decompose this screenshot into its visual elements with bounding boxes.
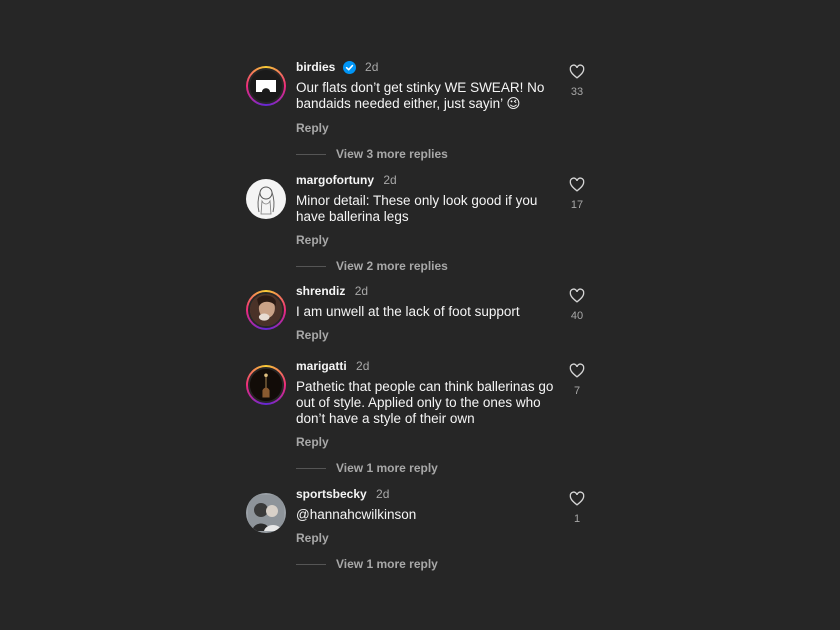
avatar[interactable] [246,179,286,219]
like-count: 7 [573,385,581,397]
comment-meta: birdies 2d [296,60,378,74]
verified-badge-icon [342,61,356,74]
sketch-avatar-icon [257,186,275,215]
comment-meta: sportsbecky 2d [296,487,389,501]
like-count: 1 [573,513,581,525]
avatar[interactable] [246,493,286,533]
profile-photo-icon [250,369,282,401]
like-count: 40 [570,310,584,322]
like-count: 17 [570,199,584,211]
view-more-label: View 1 more reply [336,557,438,571]
heart-icon[interactable] [569,177,585,192]
heart-icon[interactable] [569,288,585,303]
timestamp: 2d [354,284,369,298]
username[interactable]: marigatti [296,359,347,373]
like-count: 33 [570,86,584,98]
view-more-replies[interactable]: View 1 more reply [296,461,438,475]
reply-button[interactable]: Reply [296,435,329,449]
avatar[interactable] [246,290,286,330]
timestamp: 2d [356,359,370,373]
like-button[interactable]: 1 [565,491,589,525]
comment-text: Minor detail: These only look good if yo… [296,193,538,224]
view-more-replies[interactable]: View 1 more reply [296,557,438,571]
reply-button[interactable]: Reply [296,531,329,545]
username[interactable]: birdies [296,60,335,74]
comment-meta: marigatti 2d [296,359,369,373]
comment-meta: margofortuny 2d [296,173,397,187]
profile-photo-icon [248,495,284,531]
comment-text: @hannahcwilkinson [296,507,417,522]
avatar[interactable] [246,365,286,405]
avatar[interactable] [246,66,286,106]
like-button[interactable]: 17 [565,177,589,211]
profile-photo-icon [250,294,282,326]
like-button[interactable]: 33 [565,64,589,98]
comment-meta: shrendiz 2d [296,284,368,298]
like-button[interactable]: 40 [565,288,589,322]
view-more-replies[interactable]: View 2 more replies [296,259,448,273]
view-more-label: View 2 more replies [336,259,448,273]
timestamp: 2d [376,487,390,501]
reply-button[interactable]: Reply [296,328,329,342]
heart-icon[interactable] [569,491,585,506]
comment-text: Pathetic that people can think ballerina… [296,379,554,426]
comment-text: Our flats don’t get stinky WE SWEAR! No … [296,80,545,111]
heart-icon[interactable] [569,64,585,79]
timestamp: 2d [365,60,379,74]
view-more-replies[interactable]: View 3 more replies [296,147,448,161]
heart-icon[interactable] [569,363,585,378]
comment-text: I am unwell at the lack of foot support [296,304,520,319]
divider-line [296,265,326,267]
divider-line [296,563,326,565]
username[interactable]: sportsbecky [296,487,367,501]
timestamp: 2d [383,173,397,187]
birdies-logo-icon [256,80,276,92]
reply-button[interactable]: Reply [296,121,329,135]
view-more-label: View 3 more replies [336,147,448,161]
view-more-label: View 1 more reply [336,461,438,475]
username[interactable]: margofortuny [296,173,374,187]
reply-button[interactable]: Reply [296,233,329,247]
divider-line [296,467,326,469]
like-button[interactable]: 7 [565,363,589,397]
username[interactable]: shrendiz [296,284,345,298]
divider-line [296,153,326,155]
